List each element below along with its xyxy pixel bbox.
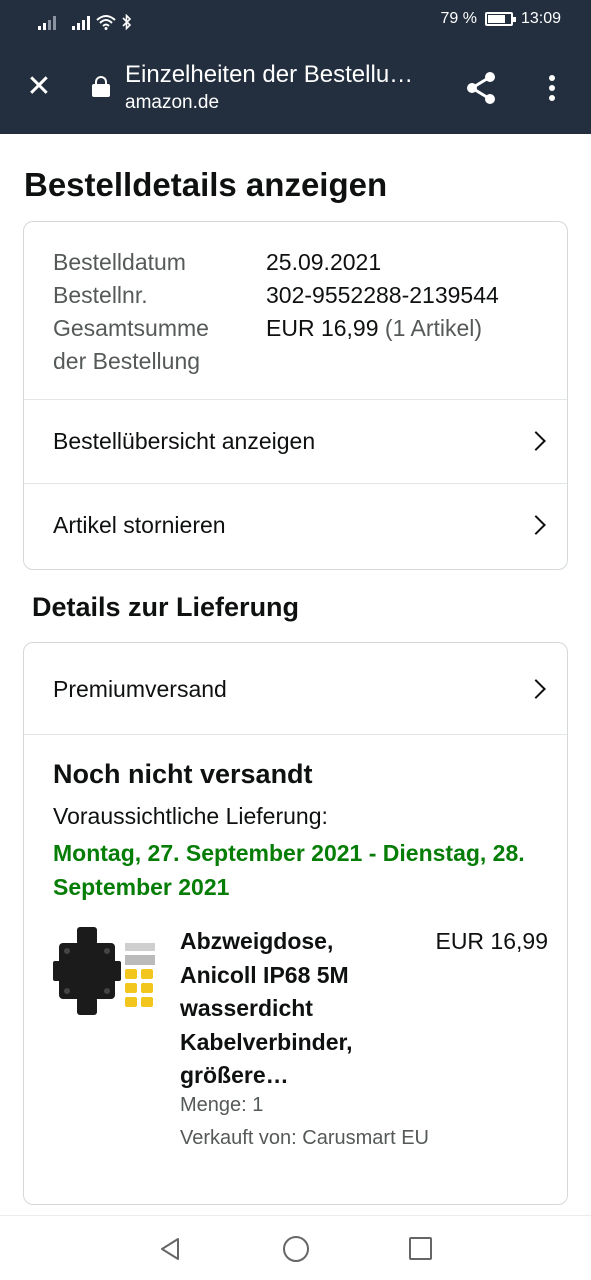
- clock: 13:09: [520, 10, 561, 27]
- bluetooth-icon: [122, 14, 132, 30]
- link-label: Bestellübersicht anzeigen: [53, 427, 316, 454]
- order-item-count: (1 Artikel): [384, 315, 483, 341]
- signal-icon: [72, 14, 90, 30]
- order-summary-card: Bestelldatum 25.09.2021 Bestellnr. 302-9…: [23, 221, 568, 570]
- battery-icon: [484, 12, 516, 26]
- order-number-label: Bestellnr.: [53, 282, 148, 308]
- shipping-method-label: Premiumversand: [53, 675, 227, 702]
- order-date-label: Bestelldatum: [53, 249, 186, 275]
- domain-label: amazon.de: [125, 92, 220, 113]
- back-icon[interactable]: [158, 1236, 184, 1262]
- product-title-link[interactable]: Abzweigdose, Anicoll IP68 5M wasserdicht…: [180, 925, 400, 1093]
- recent-apps-icon[interactable]: [409, 1237, 432, 1260]
- product-seller: Verkauft von: Carusmart EU: [180, 1127, 429, 1149]
- delivery-section-title: Details zur Lieferung: [32, 592, 300, 622]
- order-date-row: Bestelldatum 25.09.2021: [53, 246, 499, 279]
- order-total-value: EUR 16,99: [266, 315, 379, 341]
- lock-icon: [92, 76, 110, 97]
- delivery-card: Premiumversand Noch nicht versandt Vorau…: [23, 642, 568, 1205]
- battery-percent: 79 %: [440, 10, 477, 27]
- chevron-right-icon: [526, 431, 546, 451]
- more-vert-icon[interactable]: [537, 68, 567, 108]
- status-icons-right: 79 % 13:09: [440, 10, 561, 28]
- title-block[interactable]: Einzelheiten der Bestellu… amazon.de: [125, 60, 445, 116]
- chevron-right-icon: [526, 515, 546, 535]
- page-title: Bestelldetails anzeigen: [24, 166, 388, 203]
- signal-icon: [38, 14, 56, 30]
- delivery-estimate-date: Montag, 27. September 2021 - Dienstag, 2…: [53, 840, 525, 900]
- order-total-label-line2: der Bestellung: [53, 348, 201, 374]
- order-date-value: 25.09.2021: [266, 249, 382, 275]
- cancel-items-link[interactable]: Artikel stornieren: [24, 483, 567, 567]
- shipping-method-link[interactable]: Premiumversand: [24, 644, 567, 734]
- order-summary: Bestelldatum 25.09.2021 Bestellnr. 302-9…: [53, 246, 499, 378]
- system-nav-bar: [0, 1215, 591, 1280]
- shipment-status: Noch nicht versandt: [53, 759, 313, 789]
- order-total-label: Gesamtsumme der Bestellung: [53, 312, 266, 378]
- order-total-label-line1: Gesamtsumme: [53, 315, 209, 341]
- order-number-value: 302-9552288-2139544: [266, 282, 499, 308]
- order-number-row: Bestellnr. 302-9552288-2139544: [53, 279, 499, 312]
- home-icon[interactable]: [283, 1236, 309, 1262]
- page-title-bar: Einzelheiten der Bestellu…: [125, 61, 414, 88]
- status-icons-left: [38, 10, 132, 30]
- wifi-icon: [96, 15, 116, 30]
- product-price: EUR 16,99: [435, 928, 548, 954]
- link-label: Artikel stornieren: [53, 511, 226, 538]
- browser-app-bar: ✕ Einzelheiten der Bestellu… amazon.de: [0, 42, 591, 134]
- chevron-right-icon: [526, 679, 546, 699]
- close-icon[interactable]: ✕: [22, 70, 56, 104]
- order-total-row: Gesamtsumme der Bestellung EUR 16,99 (1 …: [53, 312, 499, 378]
- status-bar: 79 % 13:09: [0, 0, 591, 42]
- product-image[interactable]: [53, 921, 159, 1025]
- view-order-summary-link[interactable]: Bestellübersicht anzeigen: [24, 399, 567, 483]
- delivery-estimate-label: Voraussichtliche Lieferung:: [53, 803, 328, 829]
- share-icon[interactable]: [462, 68, 502, 108]
- divider: [24, 734, 567, 735]
- product-quantity: Menge: 1: [180, 1094, 264, 1116]
